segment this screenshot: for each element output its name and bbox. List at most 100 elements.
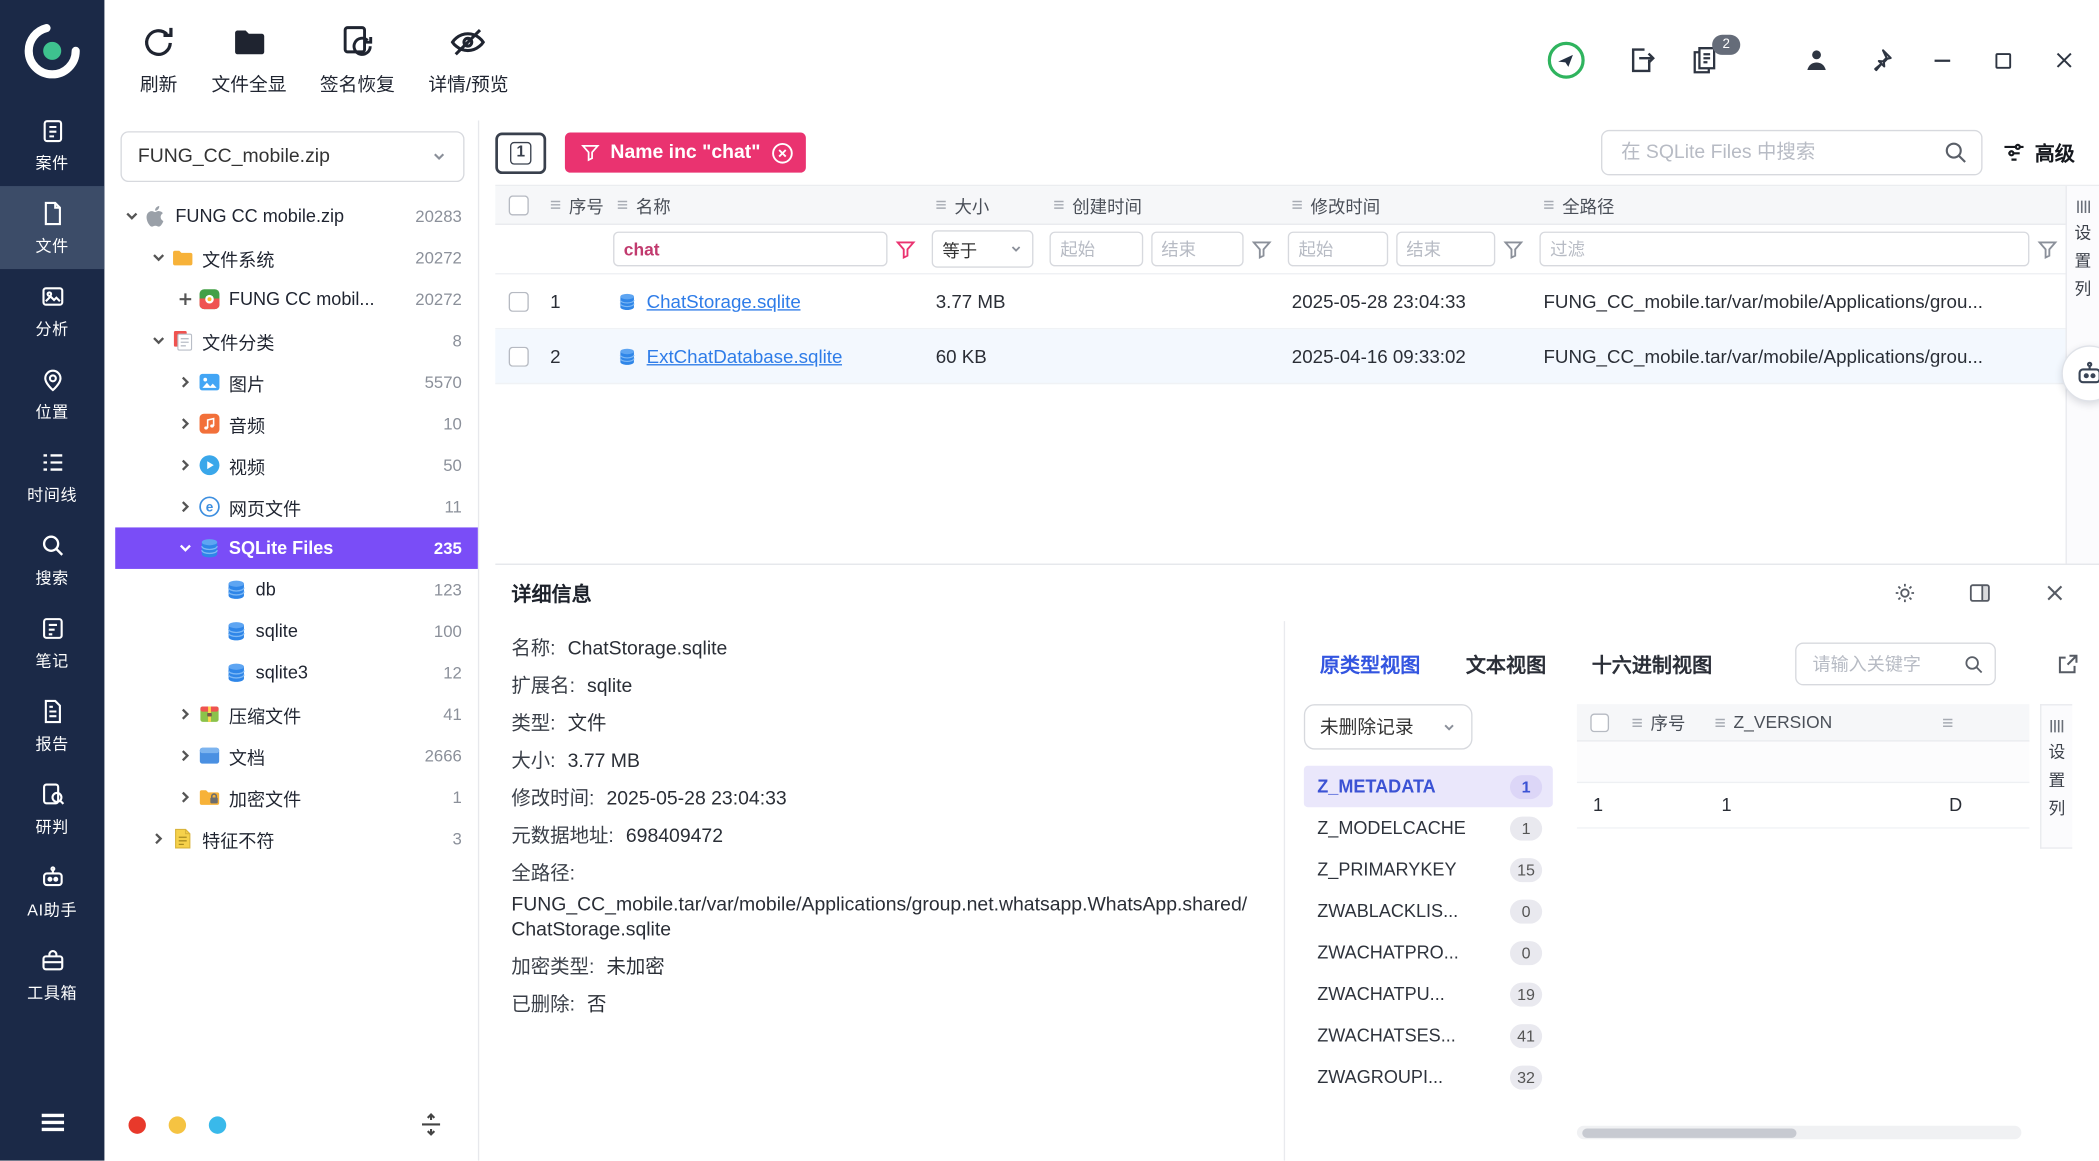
tree-node[interactable]: SQLite Files235 [115,527,478,568]
tag-dot-blue[interactable] [209,1116,226,1133]
row-checkbox[interactable] [508,346,528,366]
active-filter-chip[interactable]: Name inc "chat" [565,133,806,173]
user-icon[interactable] [1802,46,1831,75]
sidebar-item-file[interactable]: 文件 [0,186,104,269]
detail-settings-gear-icon[interactable] [1893,581,1917,605]
minimize-button[interactable] [1929,47,1956,74]
created-end-input[interactable] [1151,232,1244,267]
table-search-input[interactable] [1618,141,1933,165]
open-external-icon[interactable] [2055,651,2080,676]
db-table-item[interactable]: ZWAGROUPI...32 [1304,1056,1553,1097]
toolbar-button-show-all-files[interactable]: 文件全显 [212,23,287,98]
source-select[interactable]: FUNG_CC_mobile.zip [120,131,464,182]
scrollbar-thumb[interactable] [1582,1128,1796,1137]
tree-node[interactable]: 文件分类8 [115,320,478,361]
search-icon[interactable] [1964,654,1984,674]
tree-node[interactable]: 视频50 [115,444,478,485]
search-icon[interactable] [1944,141,1968,165]
db-table-item[interactable]: ZWACHATSES...41 [1304,1015,1553,1056]
tree-node[interactable]: 图片5570 [115,361,478,402]
created-filter-funnel-icon[interactable] [1252,239,1272,259]
path-filter-funnel-icon[interactable] [2037,239,2057,259]
sidebar-item-toolbox[interactable]: 工具箱 [0,933,104,1016]
pin-icon[interactable] [1866,46,1894,74]
panel-splitter-icon[interactable] [419,1112,443,1136]
grid-column-header[interactable]: 序号 [1622,709,1705,734]
viewer-tab[interactable]: 文本视图 [1466,650,1546,678]
hamburger-menu-icon[interactable] [35,1106,68,1139]
table-search-box[interactable] [1601,130,1983,176]
column-header[interactable]: 创建时间 [1044,192,1282,217]
tag-dot-red[interactable] [129,1116,146,1133]
viewer-tab[interactable]: 十六进制视图 [1592,650,1712,678]
db-table-item[interactable]: ZWACHATPU...19 [1304,973,1553,1014]
tree-node[interactable]: sqlite100 [115,610,478,651]
sidebar-item-case[interactable]: 案件 [0,103,104,186]
tree-node[interactable]: db123 [115,569,478,610]
export-icon[interactable] [1626,44,1658,76]
tree-node[interactable]: e网页文件11 [115,486,478,527]
path-filter-input[interactable] [1539,232,2029,267]
file-row[interactable]: 1ChatStorage.sqlite3.77 MB2025-05-28 23:… [495,274,2065,329]
advanced-search-button[interactable]: 高级 [2001,139,2075,167]
viewer-search-input[interactable] [1810,653,1956,676]
toolbar-button-detail-preview[interactable]: 详情/预览 [428,23,508,98]
tree-node[interactable]: sqlite312 [115,652,478,693]
column-header[interactable]: 序号 [541,192,608,217]
maximize-button[interactable] [1991,48,2016,73]
db-table-item[interactable]: Z_MODELCACHE1 [1304,807,1553,848]
name-filter-funnel-icon[interactable] [896,239,916,259]
sidebar-item-note[interactable]: 笔记 [0,601,104,684]
db-table-item[interactable]: ZWACHATPRO...0 [1304,932,1553,973]
viewer-tab[interactable]: 原类型视图 [1320,650,1420,678]
tag-dot-yellow[interactable] [169,1116,186,1133]
record-filter-select[interactable]: 未删除记录 [1304,704,1473,750]
detail-layout-toggle-icon[interactable] [1968,581,1992,605]
grid-select-all-checkbox[interactable] [1590,713,1609,732]
toolbar-button-signature-recovery[interactable]: 签名恢复 [320,23,395,98]
tree-node[interactable]: 音频10 [115,403,478,444]
tree-node[interactable]: 文档2666 [115,735,478,776]
grid-column-header[interactable] [1933,716,2029,729]
tree-node[interactable]: FUNG CC mobil...20272 [115,278,478,319]
remove-filter-icon[interactable] [771,141,794,164]
file-row[interactable]: 2ExtChatDatabase.sqlite60 KB2025-04-16 0… [495,329,2065,384]
detail-close-icon[interactable] [2043,581,2067,605]
db-table-item[interactable]: Z_PRIMARYKEY15 [1304,849,1553,890]
sidebar-item-report[interactable]: 报告 [0,684,104,767]
modified-start-input[interactable] [1288,232,1388,267]
grid-row[interactable]: 11D [1577,783,2029,829]
toolbar-button-refresh[interactable]: 刷新 [139,23,178,98]
modified-end-input[interactable] [1396,232,1496,267]
sidebar-item-search[interactable]: 搜索 [0,518,104,601]
db-table-item[interactable]: Z_METADATA1 [1304,766,1553,807]
grid-column-settings-strip[interactable]: 设置列 [2040,704,2072,849]
horizontal-scrollbar[interactable] [1577,1126,2021,1139]
sidebar-item-location[interactable]: 位置 [0,352,104,435]
close-button[interactable] [2051,47,2078,74]
tree-node[interactable]: FUNG CC mobile.zip20283 [115,195,478,236]
sidebar-item-ai[interactable]: AI助手 [0,850,104,933]
column-header[interactable]: 名称 [608,192,927,217]
sidebar-item-analysis[interactable]: 分析 [0,269,104,352]
grid-column-header[interactable]: Z_VERSION [1705,712,1933,732]
db-table-item[interactable]: ZWABLACKLIS...0 [1304,890,1553,931]
tree-node[interactable]: 压缩文件41 [115,693,478,734]
file-name-link[interactable]: ExtChatDatabase.sqlite [617,345,917,366]
column-header[interactable]: 修改时间 [1282,192,1534,217]
connection-status-icon[interactable] [1546,40,1586,80]
tree-node[interactable]: 特征不符3 [115,818,478,859]
row-checkbox[interactable] [508,291,528,311]
created-start-input[interactable] [1050,232,1143,267]
name-filter-input[interactable] [613,232,887,267]
tree-node[interactable]: 文件系统20272 [115,237,478,278]
size-operator-select[interactable]: 等于 [932,230,1034,267]
view-tab-1[interactable]: 1 [495,132,546,173]
sidebar-item-timeline[interactable]: 时间线 [0,435,104,518]
modified-filter-funnel-icon[interactable] [1503,239,1523,259]
column-header[interactable]: 全路径 [1534,192,2065,217]
file-name-link[interactable]: ChatStorage.sqlite [617,290,917,311]
select-all-checkbox[interactable] [508,195,528,215]
tree-node[interactable]: 加密文件1 [115,776,478,817]
viewer-search-box[interactable] [1795,643,1996,686]
